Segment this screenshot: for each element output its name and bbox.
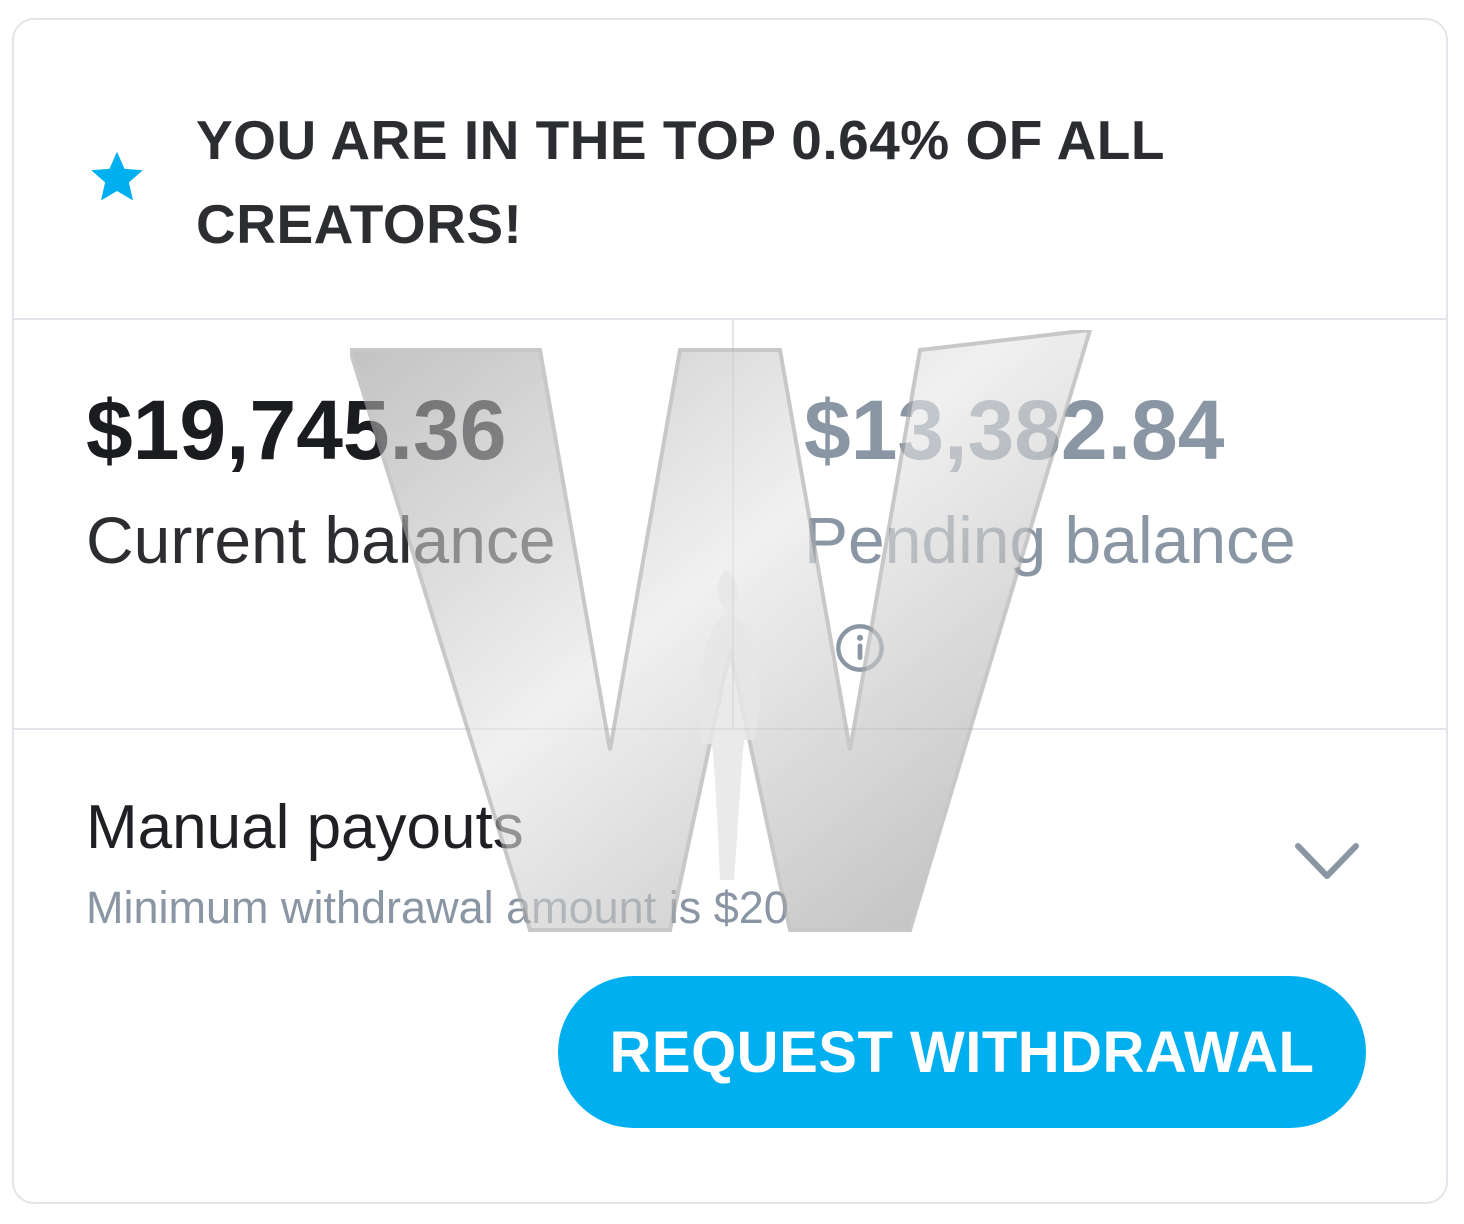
pending-balance-label: Pending balance bbox=[804, 503, 1296, 577]
manual-payouts-row[interactable]: Manual payouts Minimum withdrawal amount… bbox=[14, 730, 1446, 990]
info-icon[interactable] bbox=[834, 622, 886, 674]
request-withdrawal-button[interactable]: REQUEST WITHDRAWAL bbox=[558, 976, 1366, 1128]
top-creator-banner: YOU ARE IN THE TOP 0.64% OF ALL CREATORS… bbox=[14, 20, 1446, 320]
balances-divider bbox=[732, 320, 734, 728]
pending-balance-amount: $13,382.84 bbox=[804, 383, 1225, 477]
manual-payouts-title: Manual payouts bbox=[86, 793, 524, 862]
current-balance-label: Current balance bbox=[86, 503, 556, 577]
minimum-withdrawal-note: Minimum withdrawal amount is $20 bbox=[86, 882, 789, 933]
balances-section: $19,745.36 Current balance $13,382.84 Pe… bbox=[14, 320, 1446, 730]
chevron-down-icon[interactable] bbox=[1292, 836, 1362, 886]
top-creator-text: YOU ARE IN THE TOP 0.64% OF ALL CREATORS… bbox=[196, 109, 1165, 255]
current-balance-amount: $19,745.36 bbox=[86, 383, 507, 477]
star-icon bbox=[91, 151, 143, 201]
